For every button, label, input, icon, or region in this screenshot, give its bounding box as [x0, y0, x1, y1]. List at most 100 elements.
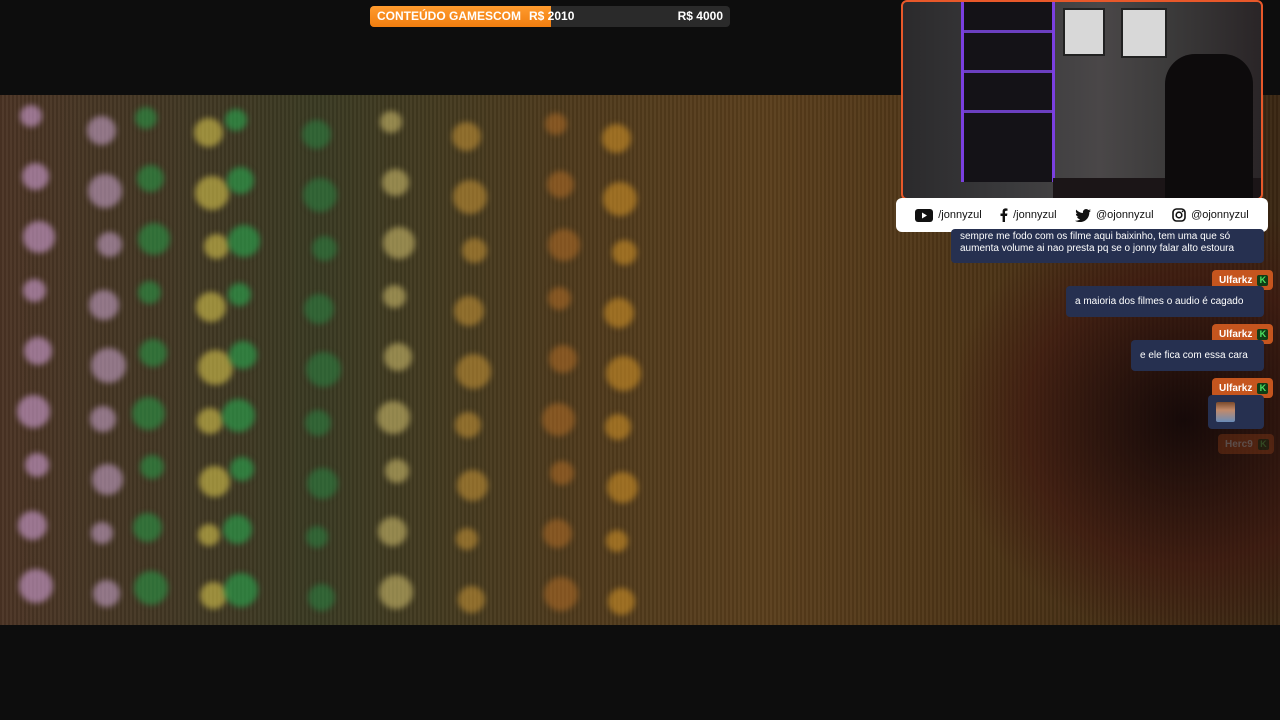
goal-current-amount: R$ 2010 — [529, 9, 575, 23]
bokeh-light — [453, 180, 487, 214]
bokeh-light — [92, 580, 120, 607]
bokeh-light — [311, 236, 337, 261]
bokeh-light — [222, 515, 252, 544]
bokeh-light — [456, 470, 488, 501]
bokeh-light — [228, 225, 260, 257]
instagram-icon — [1172, 208, 1186, 222]
chat-username: Ulfarkz — [1219, 328, 1253, 340]
bokeh-light — [21, 163, 49, 190]
bokeh-light — [196, 292, 226, 322]
bokeh-light — [137, 281, 161, 304]
bokeh-light — [382, 285, 406, 308]
bokeh-light — [140, 455, 164, 479]
face-emote-icon — [1216, 402, 1235, 422]
chat-message: e ele fica com essa cara — [1131, 340, 1264, 371]
bokeh-light — [606, 530, 628, 552]
bokeh-light — [376, 401, 410, 434]
bokeh-light — [384, 343, 412, 371]
bokeh-light — [379, 575, 413, 609]
chat-username: Ulfarkz — [1219, 274, 1253, 286]
instagram-handle: @ojonnyzul — [1191, 209, 1249, 221]
bokeh-light — [550, 461, 574, 485]
bokeh-light — [545, 113, 567, 135]
bokeh-light — [90, 406, 116, 432]
bokeh-light — [19, 569, 53, 603]
bokeh-light — [544, 577, 578, 611]
bokeh-light — [23, 221, 55, 253]
bokeh-light — [611, 240, 637, 265]
bokeh-light — [138, 223, 170, 255]
webcam-shelf — [961, 2, 1055, 182]
bokeh-light — [457, 586, 485, 613]
kick-badge-icon: K — [1257, 274, 1269, 286]
kick-badge-icon: K — [1257, 382, 1269, 394]
bokeh-light — [601, 124, 631, 153]
bokeh-light — [135, 107, 157, 129]
bokeh-light — [303, 178, 337, 212]
bokeh-light — [203, 234, 229, 259]
bokeh-light — [455, 412, 481, 438]
bokeh-light — [604, 298, 634, 328]
bokeh-light — [547, 287, 571, 310]
bokeh-light — [91, 522, 113, 544]
bokeh-light — [17, 511, 47, 540]
bokeh-light — [197, 408, 223, 434]
bokeh-light — [304, 294, 334, 324]
bokeh-light — [193, 118, 223, 147]
bokeh-light — [455, 354, 491, 389]
bokeh-light — [383, 227, 415, 259]
twitter-icon — [1074, 208, 1091, 222]
bokeh-light — [456, 528, 478, 550]
youtube-handle: /jonnyzul — [938, 209, 982, 221]
chat-message: sempre me fodo com os filme aqui baixinh… — [951, 229, 1264, 263]
bokeh-light — [96, 232, 122, 257]
bokeh-light — [306, 468, 338, 499]
webcam-feed — [901, 0, 1263, 200]
bokeh-light — [607, 588, 635, 615]
bokeh-light — [90, 348, 126, 383]
bokeh-light — [606, 472, 638, 503]
bokeh-light — [131, 397, 165, 430]
social-facebook[interactable]: /jonnyzul — [1000, 208, 1057, 222]
bokeh-light — [226, 167, 254, 194]
bokeh-light — [385, 459, 409, 483]
bokeh-light — [224, 573, 258, 607]
social-links-bar: /jonnyzul /jonnyzul @ojonnyzul @ojonnyzu… — [896, 198, 1268, 232]
bokeh-light — [22, 279, 46, 302]
webcam-chair — [1165, 54, 1253, 198]
bokeh-light — [132, 513, 162, 542]
bokeh-light — [229, 341, 257, 369]
chat-message: a maioria dos filmes o audio é cagado — [1066, 286, 1264, 317]
bokeh-light — [136, 165, 164, 192]
chat-username: Ulfarkz — [1219, 382, 1253, 394]
bokeh-light — [24, 337, 52, 365]
goal-title: CONTEÚDO GAMESCOM — [377, 9, 521, 23]
bokeh-light — [546, 171, 574, 198]
social-twitter[interactable]: @ojonnyzul — [1074, 208, 1154, 222]
bokeh-light — [86, 116, 116, 145]
bokeh-light — [221, 399, 255, 432]
social-instagram[interactable]: @ojonnyzul — [1172, 208, 1249, 222]
bokeh-light — [197, 350, 233, 385]
bokeh-light — [227, 283, 251, 306]
youtube-icon — [915, 208, 934, 222]
bokeh-light — [380, 111, 402, 133]
bokeh-light — [377, 517, 407, 546]
bokeh-light — [451, 122, 481, 151]
bokeh-light — [134, 571, 168, 605]
chat-message-text: a maioria dos filmes o audio é cagado — [1075, 296, 1244, 307]
bokeh-light — [461, 238, 487, 263]
bokeh-light — [549, 345, 577, 373]
chat-username-tag-pending: Herc9 K — [1218, 434, 1274, 454]
goal-target-amount: R$ 4000 — [677, 9, 723, 23]
kick-badge-icon: K — [1257, 438, 1269, 450]
bokeh-light — [198, 466, 230, 497]
chat-message-text: aumenta volume ai nao presta pq se o jon… — [960, 243, 1235, 254]
social-youtube[interactable]: /jonnyzul — [915, 208, 982, 222]
bokeh-light — [199, 582, 227, 609]
bokeh-light — [542, 519, 572, 548]
bokeh-light — [225, 109, 247, 131]
kick-badge-icon: K — [1257, 328, 1269, 340]
bokeh-light — [307, 584, 335, 611]
twitter-handle: @ojonnyzul — [1095, 209, 1154, 221]
